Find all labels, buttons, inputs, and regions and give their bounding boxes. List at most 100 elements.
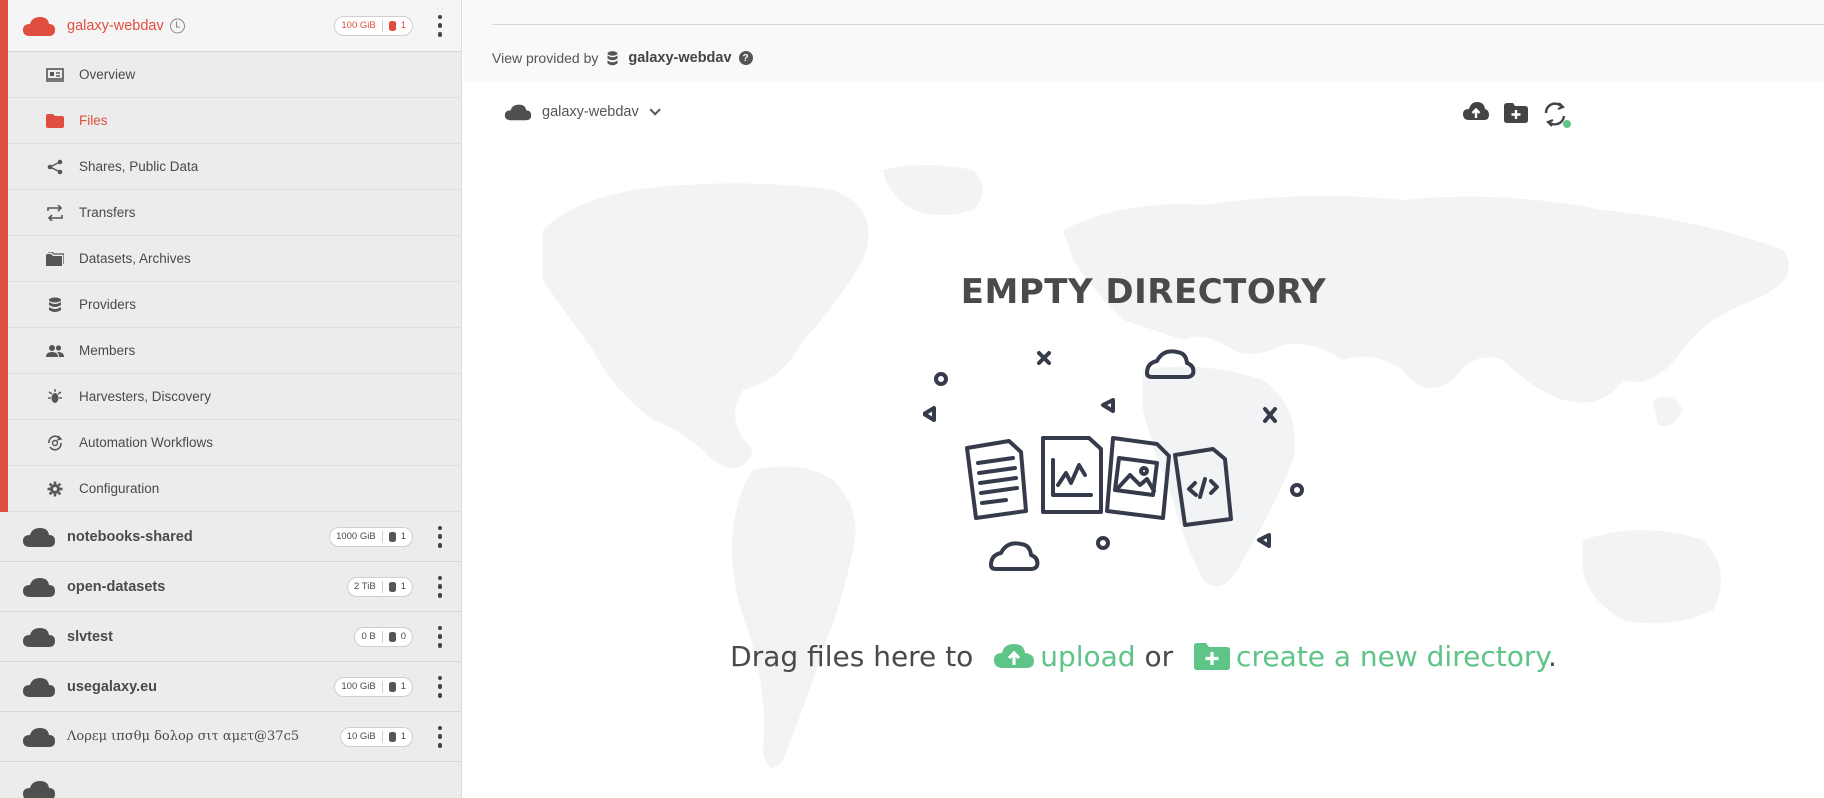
space-info-badge[interactable]: 0 B 0 [354,626,413,647]
space-menu-icon[interactable] [437,725,443,748]
database-icon [388,531,396,542]
database-icon [607,50,618,65]
space-menu-icon[interactable] [437,625,443,648]
cloud-icon [23,527,55,547]
space-name[interactable]: galaxy-webdav [67,18,164,34]
database-icon [388,581,396,592]
members-icon [45,343,65,359]
provider-name[interactable]: galaxy-webdav [628,50,731,66]
menu-item-automation[interactable]: Automation Workflows [0,420,461,466]
space-size: 1000 GiB [336,531,376,542]
space-name[interactable]: open-datasets [67,579,165,595]
space-info-badge[interactable]: 100 GiB 1 [334,676,413,697]
upload-link[interactable]: upload [1040,640,1135,673]
menu-item-providers[interactable]: Providers [0,282,461,328]
cloud-icon [23,627,55,647]
space-header[interactable]: galaxy-webdav 100 GiB 1 [0,0,461,52]
menu-item-files[interactable]: Files [0,98,461,144]
view-provided-by: View provided by galaxy-webdav ? [492,50,753,66]
space-menu-icon[interactable] [437,525,443,548]
space-info-badge[interactable]: 10 GiB 1 [339,726,413,747]
providers-count: 1 [400,20,406,31]
menu-item-label: Overview [79,67,136,82]
space-item[interactable]: slvtest 0 B 0 [0,612,461,662]
history-icon[interactable] [170,18,185,33]
cloud-icon [23,727,55,747]
view-provided-label: View provided by [492,50,599,66]
providers-count: 1 [400,531,406,542]
share-icon [45,159,65,175]
space-item[interactable]: open-datasets 2 TiB 1 [0,562,461,612]
space-galaxy-webdav: galaxy-webdav 100 GiB 1 Overview Files S… [0,0,461,512]
breadcrumb-label: galaxy-webdav [542,104,639,120]
menu-item-datasets[interactable]: Datasets, Archives [0,236,461,282]
period: . [1547,640,1557,673]
space-info-badge[interactable]: 100 GiB 1 [334,15,413,36]
automation-icon [45,434,65,451]
new-folder-icon[interactable] [1503,101,1529,125]
database-icon [388,681,396,692]
space-menu-icon[interactable] [437,14,443,37]
database-icon [388,20,396,31]
menu-item-label: Files [79,113,108,128]
cloud-icon [23,677,55,697]
datasets-icon [45,251,65,267]
help-icon[interactable]: ? [738,51,753,65]
cloud-icon [23,781,55,798]
database-icon [388,631,396,642]
cloud-icon [23,577,55,597]
menu-item-label: Automation Workflows [79,435,214,450]
drag-prefix: Drag files here to [730,640,974,673]
space-item[interactable]: usegalaxy.eu 100 GiB 1 [0,662,461,712]
menu-item-harvesters[interactable]: Harvesters, Discovery [0,374,461,420]
provider-strip: View provided by galaxy-webdav ? [463,0,1824,82]
menu-item-configuration[interactable]: Configuration [0,466,461,512]
folder-icon [45,113,65,129]
space-name[interactable]: usegalaxy.eu [67,679,157,695]
space-submenu: Overview Files Shares, Public Data Trans… [0,52,461,512]
chevron-down-icon [649,104,661,116]
divider [492,24,1824,25]
or-label: or [1144,640,1174,673]
upload-icon[interactable] [1463,101,1489,125]
space-name[interactable]: notebooks-shared [67,529,193,545]
breadcrumb[interactable]: galaxy-webdav [504,102,661,122]
add-folder-icon [1194,643,1231,670]
providers-count: 1 [400,581,406,592]
cloud-icon [23,16,55,36]
harvester-icon [45,388,65,405]
providers-count: 1 [400,681,406,692]
empty-directory-illustration [923,349,1304,571]
menu-item-overview[interactable]: Overview [0,52,461,98]
providers-count: 1 [400,731,406,742]
menu-item-transfers[interactable]: Transfers [0,190,461,236]
main-content: View provided by galaxy-webdav ? galaxy-… [463,0,1824,798]
transfers-icon [45,204,65,221]
upload-cloud-icon [994,644,1035,668]
space-item[interactable]: Λορεμ ιπσθμ δολορ σιτ αμετ@37c5 10 GiB 1 [0,712,461,762]
menu-item-members[interactable]: Members [0,328,461,374]
space-menu-icon[interactable] [437,575,443,598]
menu-item-label: Harvesters, Discovery [79,389,212,404]
space-size: 0 B [361,631,376,642]
menu-item-label: Providers [79,297,137,312]
menu-item-shares[interactable]: Shares, Public Data [0,144,461,190]
drag-drop-hint: Drag files here to upload or create a ne… [463,640,1824,673]
space-size: 100 GiB [341,681,376,692]
providers-count: 0 [400,631,406,642]
space-info-badge[interactable]: 2 TiB 1 [347,576,413,597]
space-menu-icon[interactable] [437,675,443,698]
menu-item-label: Configuration [79,481,160,496]
space-info-badge[interactable]: 1000 GiB 1 [329,526,413,547]
sync-icon[interactable] [1542,101,1572,129]
space-item-partial[interactable] [0,762,461,798]
space-name[interactable]: Λορεμ ιπσθμ δολορ σιτ αμετ@37c5 [67,729,299,744]
menu-item-label: Transfers [79,205,136,220]
menu-item-label: Shares, Public Data [79,159,199,174]
menu-item-label: Members [79,343,136,358]
space-name[interactable]: slvtest [67,629,113,645]
space-item[interactable]: notebooks-shared 1000 GiB 1 [0,512,461,562]
space-size: 10 GiB [346,731,376,742]
create-directory-link[interactable]: create a new directory [1236,640,1548,673]
database-icon [45,297,65,313]
